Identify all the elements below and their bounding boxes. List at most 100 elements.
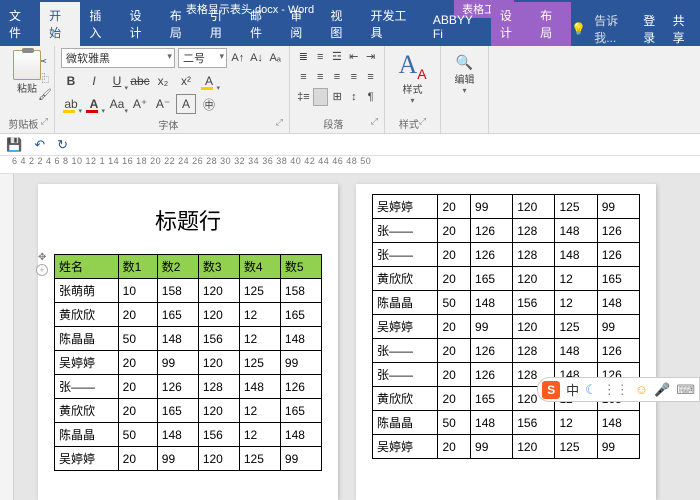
table-row[interactable]: 陈晶晶5014815612148 (55, 327, 322, 351)
align-right-button[interactable]: ≡ (330, 68, 345, 86)
strikethrough-button[interactable]: abc (130, 71, 150, 91)
table-cell[interactable]: 158 (157, 279, 198, 303)
table-cell[interactable]: 165 (597, 267, 639, 291)
table-cell[interactable]: 156 (513, 291, 555, 315)
table-cell[interactable]: 125 (239, 351, 280, 375)
table-cell[interactable]: 156 (513, 411, 555, 435)
table-cell[interactable]: 148 (597, 291, 639, 315)
font-size-combo[interactable]: 二号 (178, 48, 227, 68)
table-cell[interactable]: 20 (118, 303, 157, 327)
table-header-cell[interactable]: 数2 (157, 255, 198, 279)
table-cell[interactable]: 吴婷婷 (55, 447, 119, 471)
table-cell[interactable]: 126 (471, 363, 513, 387)
table-move-handle-icon[interactable]: ✥ (38, 252, 46, 263)
table-cell[interactable]: 20 (118, 399, 157, 423)
table-cell[interactable]: 12 (555, 267, 597, 291)
table-cell[interactable]: 张—— (373, 243, 438, 267)
shrink-font-button[interactable]: A↓ (249, 48, 265, 68)
shading-button[interactable] (313, 88, 328, 106)
table-row[interactable]: 陈晶晶5014815612148 (55, 423, 322, 447)
table-cell[interactable]: 20 (438, 435, 471, 459)
find-icon[interactable]: 🔍 (456, 54, 473, 71)
table-cell[interactable]: 99 (471, 195, 513, 219)
decrease-indent-button[interactable]: ⇤ (346, 48, 361, 66)
tab-developer[interactable]: 开发工具 (362, 2, 424, 46)
table-cell[interactable]: 156 (198, 423, 239, 447)
table-row[interactable]: 张萌萌10158120125158 (55, 279, 322, 303)
table-cell[interactable]: 128 (513, 219, 555, 243)
table-cell[interactable]: 黄欣欣 (373, 267, 438, 291)
table-header-cell[interactable]: 数1 (118, 255, 157, 279)
vertical-ruler[interactable] (0, 174, 14, 500)
text-effects-button[interactable]: A▾ (199, 71, 219, 91)
table-cell[interactable]: 165 (157, 303, 198, 327)
table-cell[interactable]: 148 (239, 375, 280, 399)
table-cell[interactable]: 吴婷婷 (373, 435, 438, 459)
table-cell[interactable]: 120 (513, 435, 555, 459)
table-cell[interactable]: 99 (280, 447, 321, 471)
document-heading[interactable]: 标题行 (54, 204, 322, 236)
table-header-cell[interactable]: 数3 (198, 255, 239, 279)
table-cell[interactable]: 148 (555, 219, 597, 243)
table-cell[interactable]: 148 (555, 339, 597, 363)
table-header-cell[interactable]: 姓名 (55, 255, 119, 279)
tab-references[interactable]: 引用 (201, 2, 241, 46)
table-header-cell[interactable]: 数4 (239, 255, 280, 279)
keyboard-icon[interactable]: ⌨ (676, 382, 695, 398)
table-cell[interactable]: 99 (471, 435, 513, 459)
table-cell[interactable]: 张—— (373, 339, 438, 363)
multilevel-list-button[interactable]: ☲ (330, 48, 345, 66)
table-cell[interactable]: 张萌萌 (55, 279, 119, 303)
table-cell[interactable]: 120 (513, 267, 555, 291)
font-color-button[interactable]: A▾ (84, 94, 104, 114)
underline-button[interactable]: U▾ (107, 71, 127, 91)
table-row[interactable]: 黄欣欣2016512012165 (373, 267, 640, 291)
table-cell[interactable]: 张—— (373, 219, 438, 243)
undo-button[interactable]: ↶ (34, 137, 45, 153)
tab-table-layout[interactable]: 布局 (531, 2, 571, 46)
tab-table-design[interactable]: 设计 (491, 2, 531, 46)
table-cell[interactable]: 陈晶晶 (373, 411, 438, 435)
ime-indicator[interactable]: S 中 ☾ ⋮⋮ ☺ 🎤 ⌨ (537, 377, 700, 402)
table-cell[interactable]: 12 (239, 327, 280, 351)
table-cell[interactable]: 148 (471, 411, 513, 435)
table-cell[interactable]: 99 (157, 351, 198, 375)
table-cell[interactable]: 吴婷婷 (55, 351, 119, 375)
page-1[interactable]: 标题行 ✥ + 姓名数1数2数3数4数5 张萌萌10158120125158黄欣… (38, 184, 338, 500)
tab-mailings[interactable]: 邮件 (241, 2, 281, 46)
table-cell[interactable]: 148 (597, 411, 639, 435)
table-cell[interactable]: 126 (157, 375, 198, 399)
highlight-button[interactable]: ab▾ (61, 94, 81, 114)
tab-view[interactable]: 视图 (321, 2, 361, 46)
data-table-2[interactable]: 吴婷婷209912012599张——20126128148126张——20126… (372, 194, 640, 459)
table-cell[interactable]: 156 (198, 327, 239, 351)
tab-file[interactable]: 文件 (0, 2, 40, 46)
phonetic-guide-button[interactable]: ㊥ (199, 94, 219, 114)
table-cell[interactable]: 120 (198, 447, 239, 471)
table-cell[interactable]: 128 (513, 243, 555, 267)
table-cell[interactable]: 99 (597, 315, 639, 339)
table-cell[interactable]: 126 (597, 219, 639, 243)
save-icon[interactable]: 💾 (6, 137, 22, 153)
table-cell[interactable]: 148 (157, 327, 198, 351)
table-cell[interactable]: 12 (239, 423, 280, 447)
table-row[interactable]: 陈晶晶5014815612148 (373, 411, 640, 435)
table-cell[interactable]: 张—— (373, 363, 438, 387)
sort-button[interactable]: ↕ (347, 88, 362, 106)
table-cell[interactable]: 126 (471, 219, 513, 243)
table-cell[interactable]: 陈晶晶 (373, 291, 438, 315)
table-cell[interactable]: 126 (471, 339, 513, 363)
table-cell[interactable]: 120 (198, 303, 239, 327)
change-case-button[interactable]: Aa▾ (107, 94, 127, 114)
table-cell[interactable]: 165 (280, 303, 321, 327)
format-painter-icon[interactable]: 🖌 (38, 88, 48, 101)
bold-button[interactable]: B (61, 71, 81, 91)
moon-icon[interactable]: ☾ (585, 382, 597, 398)
table-cell[interactable]: 158 (280, 279, 321, 303)
table-cell[interactable]: 50 (438, 291, 471, 315)
table-cell[interactable]: 12 (239, 399, 280, 423)
table-cell[interactable]: 黄欣欣 (55, 399, 119, 423)
table-cell[interactable]: 张—— (55, 375, 119, 399)
table-row[interactable]: 吴婷婷209912012599 (373, 195, 640, 219)
table-cell[interactable]: 20 (438, 387, 471, 411)
